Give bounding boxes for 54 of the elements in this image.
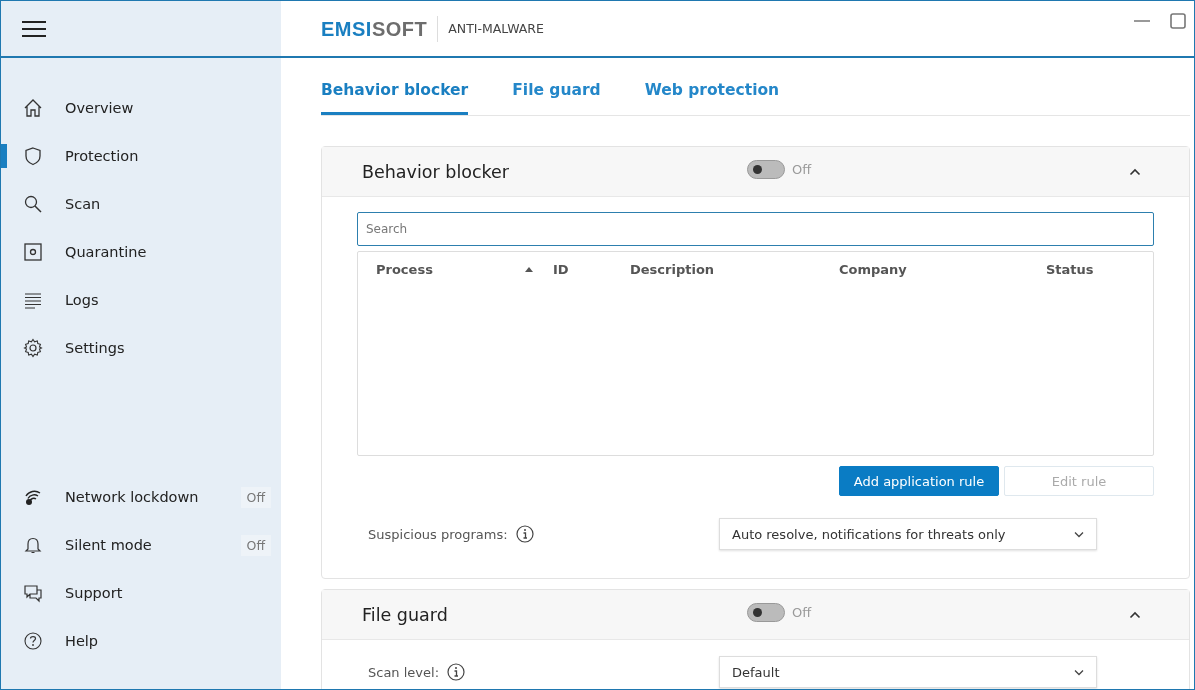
logo: EMSISOFT bbox=[321, 15, 439, 42]
settings-icon bbox=[23, 338, 43, 358]
item-label: Support bbox=[65, 585, 124, 601]
chevron-down-icon bbox=[1074, 668, 1084, 676]
column-header[interactable]: Company bbox=[839, 262, 1046, 277]
sidebar-item[interactable]: Scan bbox=[1, 180, 281, 228]
item-label: Silent mode bbox=[65, 537, 153, 553]
column-header[interactable]: Description bbox=[630, 262, 839, 277]
setting-label: Suspicious programs: bbox=[368, 526, 508, 542]
chevron-icon[interactable] bbox=[1129, 610, 1141, 619]
help-icon bbox=[23, 631, 43, 651]
sidebar-item[interactable]: Settings bbox=[1, 324, 281, 372]
sidebar-item[interactable]: Help bbox=[1, 617, 281, 665]
info-icon[interactable] bbox=[447, 663, 466, 681]
lines-icon bbox=[23, 290, 43, 310]
tab[interactable]: File guard bbox=[512, 81, 601, 115]
item-label: Help bbox=[65, 633, 100, 649]
dropdown[interactable]: Default bbox=[719, 656, 1097, 688]
chevron-down-icon bbox=[1074, 530, 1084, 538]
toggle-state: Off bbox=[792, 161, 812, 177]
item-label: Network lockdown bbox=[65, 489, 200, 505]
setting-label: Scan level: bbox=[368, 664, 440, 680]
column-header[interactable]: Status bbox=[1046, 262, 1153, 277]
sidebar-item[interactable]: Logs bbox=[1, 276, 281, 324]
status-badge: Off bbox=[240, 534, 271, 556]
sidebar-item[interactable]: Silent mode Off bbox=[1, 521, 281, 569]
column-header[interactable]: ID bbox=[553, 262, 630, 277]
sidebar-item[interactable]: Support bbox=[1, 569, 281, 617]
toggle-switch[interactable] bbox=[747, 602, 785, 622]
toggle-switch[interactable] bbox=[747, 159, 785, 179]
chevron-icon[interactable] bbox=[1129, 167, 1141, 176]
action-button[interactable]: Add application rule bbox=[839, 466, 999, 496]
bell-icon bbox=[23, 535, 43, 555]
section-title: Behavior blocker bbox=[362, 161, 511, 182]
sidebar-item[interactable]: Protection bbox=[1, 132, 281, 180]
maximize-icon[interactable] bbox=[1170, 13, 1186, 29]
shield-icon bbox=[23, 146, 43, 166]
info-icon[interactable] bbox=[515, 525, 534, 543]
sidebar-item[interactable]: Quarantine bbox=[1, 228, 281, 276]
chat-icon bbox=[23, 583, 43, 603]
sidebar-item[interactable]: Overview bbox=[1, 84, 281, 132]
tab[interactable]: Web protection bbox=[644, 81, 780, 115]
section-title: File guard bbox=[362, 604, 449, 625]
tab[interactable]: Behavior blocker bbox=[321, 81, 469, 115]
dropdown[interactable]: Auto resolve, notifications for threats only bbox=[719, 518, 1097, 550]
product-name: ANTI-MALWARE bbox=[448, 21, 544, 36]
menu-icon[interactable] bbox=[22, 19, 46, 38]
sidebar-item[interactable]: Network lockdown Off bbox=[1, 473, 281, 521]
search-field[interactable]: Search bbox=[357, 212, 1154, 246]
status-badge: Off bbox=[240, 486, 271, 508]
toggle-state: Off bbox=[792, 604, 812, 620]
search-icon bbox=[23, 194, 43, 214]
home-icon bbox=[23, 98, 43, 118]
column-header[interactable]: Process bbox=[376, 262, 553, 277]
